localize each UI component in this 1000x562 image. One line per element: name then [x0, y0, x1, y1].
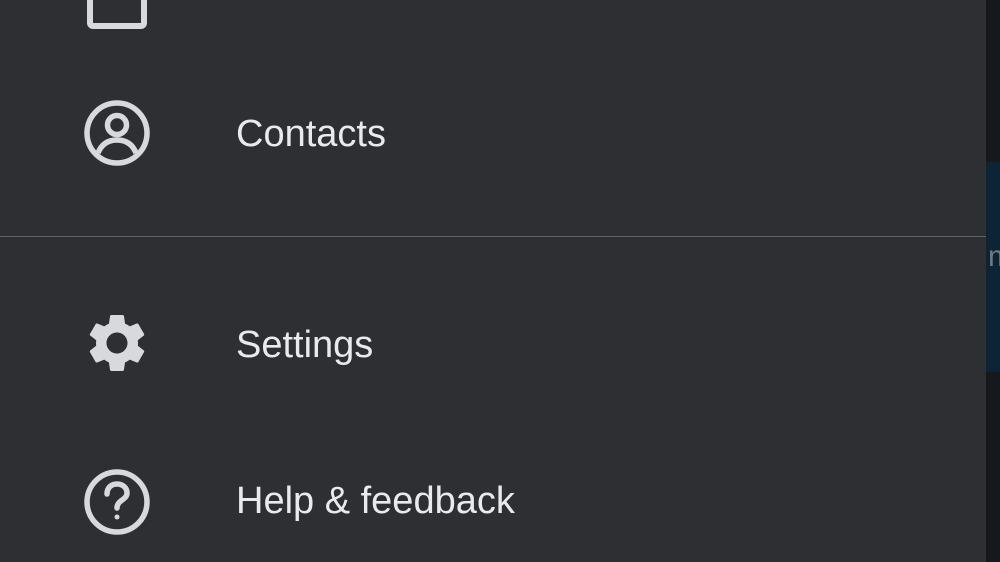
drawer-item-settings-label: Settings [236, 324, 374, 366]
background-partial-text: m [988, 240, 1000, 274]
calendar-icon [82, 0, 152, 38]
drawer-item-settings[interactable]: Settings [0, 294, 986, 394]
navigation-drawer: Contacts Settings Help & feedback [0, 0, 986, 562]
drawer-item-partial[interactable] [0, 0, 986, 40]
account-circle-icon [82, 98, 152, 168]
background-app: m [986, 0, 1000, 562]
help-circle-icon [82, 467, 152, 537]
drawer-divider [0, 236, 986, 237]
drawer-item-contacts[interactable]: Contacts [0, 84, 986, 184]
screen: m Contacts [0, 0, 1000, 562]
drawer-item-contacts-label: Contacts [236, 113, 386, 155]
drawer-item-help[interactable]: Help & feedback [0, 450, 986, 550]
gear-icon [82, 308, 152, 378]
drawer-item-help-label: Help & feedback [236, 480, 515, 522]
